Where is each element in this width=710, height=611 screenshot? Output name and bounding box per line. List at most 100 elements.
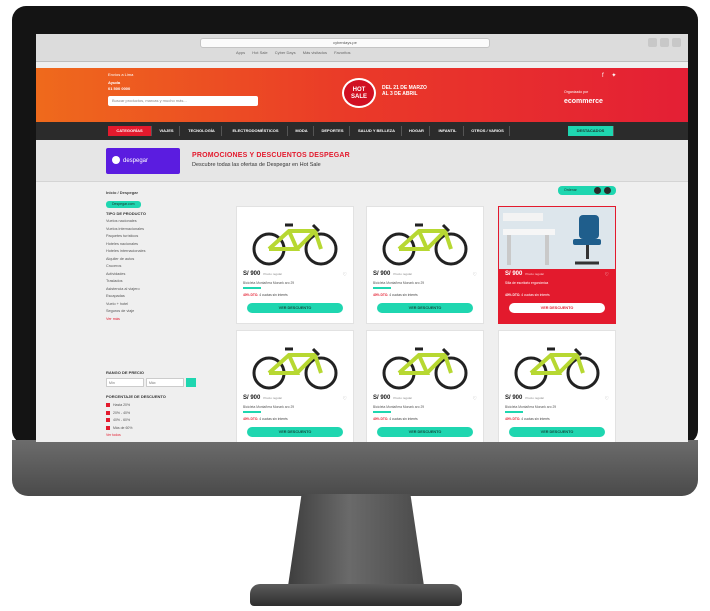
filter-option[interactable]: Actividades <box>106 271 145 279</box>
checkbox[interactable] <box>106 403 110 408</box>
see-more-link[interactable]: Ver todos <box>106 432 132 440</box>
product-discount: 40% DTO. 4 cuotas sin interés <box>505 293 550 297</box>
profile-icon[interactable] <box>672 38 681 47</box>
product-card[interactable]: S/ 900 Precio regular ♡ Bicicleta Montañe… <box>498 330 616 442</box>
monitor-stand-neck <box>288 494 424 586</box>
nav-item-electrodomesticos[interactable]: ELECTRODOMÉSTICOS <box>224 126 288 136</box>
brand-tag <box>243 411 261 413</box>
filter-option[interactable]: Vuelo + hotel <box>106 301 145 309</box>
favorite-icon[interactable]: ♡ <box>473 396 477 402</box>
checkbox[interactable] <box>106 418 110 423</box>
nav-item-categorias[interactable]: CATEGORÍAS <box>108 126 152 136</box>
filter-option[interactable]: Cruceros <box>106 263 145 271</box>
product-name[interactable]: Silla de escritorio ergonómica <box>505 281 548 285</box>
featured-product-card[interactable]: S/ 900 Precio regular ♡ Silla de escritor… <box>498 206 616 324</box>
see-discount-button[interactable]: VER DESCUENTO <box>247 303 343 313</box>
favorite-icon[interactable]: ♡ <box>343 272 347 278</box>
price-apply-button[interactable] <box>186 378 196 387</box>
nav-item-infantil[interactable]: INFANTIL <box>432 126 464 136</box>
see-discount-button[interactable]: VER DESCUENTO <box>247 427 343 437</box>
twitter-icon[interactable]: ✦ <box>611 73 616 79</box>
filter-option[interactable]: Vuelos internacionales <box>106 226 145 234</box>
checkbox[interactable] <box>106 425 110 430</box>
bookmark-item[interactable]: Hot Sale <box>252 50 267 55</box>
product-name[interactable]: Bicicleta Montañera Monark aro 29 <box>505 405 556 409</box>
checkbox[interactable] <box>106 410 110 415</box>
see-more-link[interactable]: Ver más <box>106 316 145 324</box>
active-filter-chip[interactable]: Despegar.com <box>106 201 141 208</box>
search-input[interactable]: Buscar productos, marcas y mucho más... <box>108 96 258 106</box>
price-max-input[interactable]: Máx <box>146 378 184 387</box>
hot-sale-logo[interactable]: HOT SALE <box>342 78 376 108</box>
breadcrumb[interactable]: Inicio / Despegar <box>106 190 138 195</box>
product-card[interactable]: S/ 900 Precio regular ♡ Bicicleta Montañe… <box>366 206 484 324</box>
bookmark-item[interactable]: Apps <box>236 50 245 55</box>
partner-logo[interactable]: ecommerce <box>564 98 603 105</box>
deliver-location[interactable]: Envíos a Lima <box>108 72 133 77</box>
menu-icon[interactable] <box>660 38 669 47</box>
see-discount-button[interactable]: VER DESCUENTO <box>509 427 605 437</box>
product-name[interactable]: Bicicleta Montañera Monark aro 29 <box>243 281 294 285</box>
see-discount-button[interactable]: VER DESCUENTO <box>509 303 605 313</box>
nav-item-salud-belleza[interactable]: SALUD Y BELLEZA <box>352 126 402 136</box>
product-name[interactable]: Bicicleta Montañera Monark aro 29 <box>373 405 424 409</box>
filter-option[interactable]: Traslados <box>106 278 145 286</box>
filter-option[interactable]: Más de 60% <box>106 425 132 433</box>
filter-option[interactable]: Paquetes turísticos <box>106 233 145 241</box>
nav-item-tecnologia[interactable]: TECNOLOGÍA <box>182 126 222 136</box>
filter-option[interactable]: Alquiler de autos <box>106 256 145 264</box>
discount-filter-list: Hasta 20% 20% - 40% 40% - 60% Más de 60%… <box>106 402 132 440</box>
facebook-icon[interactable]: f <box>602 73 604 79</box>
product-card[interactable]: S/ 900 Precio regular ♡ Bicicleta Montañe… <box>366 330 484 442</box>
despegar-logo[interactable]: despegar <box>106 148 180 174</box>
favorite-icon[interactable]: ♡ <box>605 272 609 278</box>
product-name[interactable]: Bicicleta Montañera Monark aro 29 <box>373 281 424 285</box>
product-price: S/ 900 Precio regular <box>243 395 283 401</box>
favorite-icon[interactable]: ♡ <box>473 272 477 278</box>
filter-option[interactable]: Hasta 20% <box>106 402 132 410</box>
product-discount: 40% DTO. 4 cuotas sin interés <box>373 417 418 421</box>
nav-item-moda[interactable]: MODA <box>290 126 314 136</box>
filter-option[interactable]: Hoteles nacionales <box>106 241 145 249</box>
filter-option[interactable]: Vuelos nacionales <box>106 218 145 226</box>
nav-item-deportes[interactable]: DEPORTES <box>316 126 350 136</box>
bicycle-image <box>252 223 338 266</box>
product-price: S/ 900 Precio regular <box>373 395 413 401</box>
product-card[interactable]: S/ 900 Precio regular ♡ Bicicleta Montañe… <box>236 206 354 324</box>
bookmark-item[interactable]: Más visitados <box>303 50 327 55</box>
product-card[interactable]: S/ 900 Precio regular ♡ Bicicleta Montañe… <box>236 330 354 442</box>
see-discount-button[interactable]: VER DESCUENTO <box>377 303 473 313</box>
nav-item-hogar[interactable]: HOGAR <box>404 126 430 136</box>
extension-icon[interactable] <box>648 38 657 47</box>
bicycle-image <box>252 347 338 390</box>
product-discount: 40% DTO. 4 cuotas sin interés <box>505 417 550 421</box>
filter-option[interactable]: Asistencia al viajero <box>106 286 145 294</box>
favorite-icon[interactable]: ♡ <box>343 396 347 402</box>
nav-item-destacados[interactable]: DESTACADOS <box>568 126 614 136</box>
filter-option[interactable]: 40% - 60% <box>106 417 132 425</box>
see-discount-button[interactable]: VER DESCUENTO <box>377 427 473 437</box>
despegar-logo-icon <box>112 156 120 165</box>
grid-view-icon[interactable] <box>594 187 601 194</box>
sort-dropdown[interactable]: Ordenar <box>558 186 616 195</box>
product-price: S/ 900 Precio regular <box>505 395 545 401</box>
product-name[interactable]: Bicicleta Montañera Monark aro 29 <box>243 405 294 409</box>
url-bar[interactable]: cyberdays.pe <box>200 38 490 48</box>
bookmark-item[interactable]: Cyber Days <box>275 50 296 55</box>
bookmark-item[interactable]: Favoritos <box>334 50 350 55</box>
favorite-icon[interactable]: ♡ <box>605 396 609 402</box>
filter-option-label: Hasta 20% <box>113 403 131 407</box>
browser-toolbar: cyberdays.pe Apps Hot Sale Cyber Days Má… <box>36 34 688 62</box>
nav-item-otros[interactable]: OTROS / VARIOS <box>466 126 510 136</box>
nav-item-viajes[interactable]: VIAJES <box>154 126 180 136</box>
filter-option[interactable]: Hoteles internacionales <box>106 248 145 256</box>
filter-option[interactable]: Seguros de viaje <box>106 308 145 316</box>
bookmarks-bar: Apps Hot Sale Cyber Days Más visitados F… <box>236 50 357 55</box>
product-price: S/ 900 Precio regular <box>373 271 413 277</box>
filter-option[interactable]: 20% - 40% <box>106 410 132 418</box>
list-view-icon[interactable] <box>604 187 611 194</box>
logo-line: SALE <box>350 94 367 100</box>
price-min-input[interactable]: Mín <box>106 378 144 387</box>
product-discount: 40% DTO. 4 cuotas sin interés <box>243 417 288 421</box>
filter-option[interactable]: Escapadas <box>106 293 145 301</box>
